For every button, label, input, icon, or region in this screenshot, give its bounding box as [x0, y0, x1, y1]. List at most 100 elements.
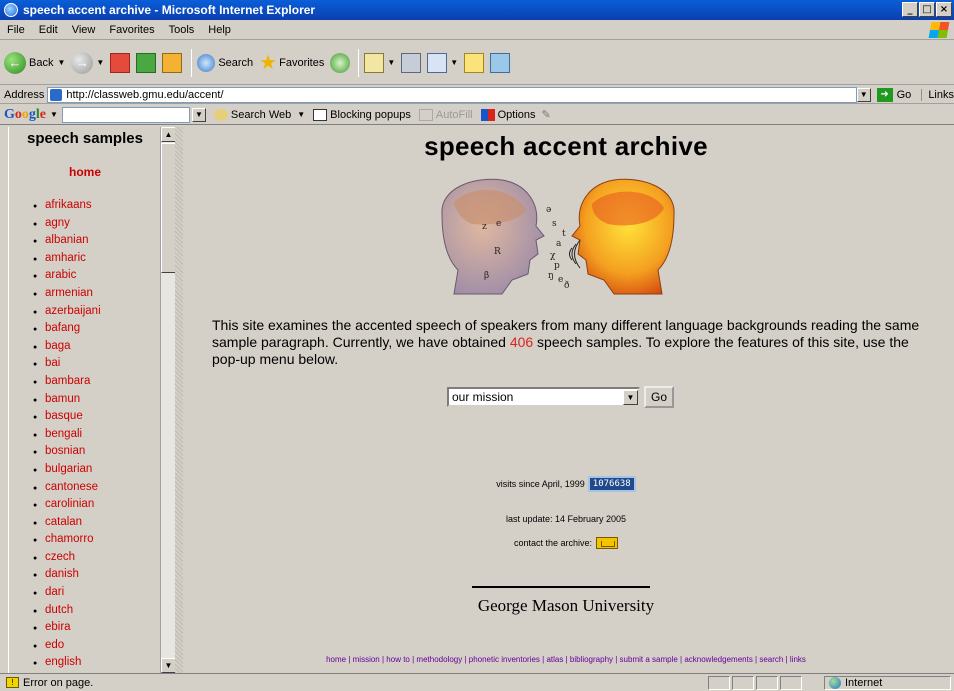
maximize-button[interactable]: □ — [919, 2, 935, 17]
home-icon[interactable] — [162, 52, 183, 73]
mail-dropdown-icon[interactable]: ▼ — [387, 58, 395, 67]
language-link[interactable]: bafang — [33, 322, 161, 340]
sidebar-scrollbar[interactable]: ▲ ▼ — [160, 127, 175, 673]
go-submit-button[interactable]: Go — [644, 386, 675, 408]
footer-link[interactable]: submit a sample — [620, 655, 678, 664]
search-button[interactable]: Search — [197, 53, 253, 72]
sidebar-home-link[interactable]: home — [9, 165, 161, 179]
contact-label: contact the archive: — [513, 538, 593, 548]
edit-icon[interactable] — [427, 52, 448, 73]
select-dropdown-icon[interactable]: ▼ — [623, 389, 638, 405]
back-button[interactable]: ← Back ▼ — [4, 51, 65, 74]
footer-link[interactable]: atlas — [546, 655, 563, 664]
language-link[interactable]: bamun — [33, 393, 161, 411]
footer-link[interactable]: how to — [386, 655, 410, 664]
search-web-button[interactable]: Search Web ▼ — [213, 108, 305, 121]
language-link[interactable]: chamorro — [33, 533, 161, 551]
links-button[interactable]: Links — [921, 88, 954, 101]
scroll-up-icon[interactable]: ▲ — [161, 127, 175, 142]
language-link[interactable]: amharic — [33, 252, 161, 270]
page-icon — [50, 88, 63, 101]
google-search-input[interactable] — [61, 106, 190, 123]
menu-edit[interactable]: Edit — [32, 24, 65, 36]
language-link[interactable]: cantonese — [33, 481, 161, 499]
favorites-button[interactable]: ★ Favorites — [259, 50, 324, 75]
language-link[interactable]: dari — [33, 586, 161, 604]
language-link[interactable]: basque — [33, 410, 161, 428]
svg-text:s: s — [552, 219, 557, 229]
menu-tools[interactable]: Tools — [162, 24, 202, 36]
footer-link[interactable]: methodology — [416, 655, 462, 664]
mail-icon[interactable] — [364, 52, 385, 73]
close-button[interactable]: × — [936, 2, 952, 17]
language-link[interactable]: english — [33, 656, 161, 673]
language-link[interactable]: bambara — [33, 375, 161, 393]
print-icon[interactable] — [401, 52, 422, 73]
language-link[interactable]: albanian — [33, 234, 161, 252]
warning-icon[interactable]: ! — [6, 677, 19, 688]
scroll-thumb[interactable] — [161, 143, 175, 273]
windows-logo-icon — [928, 22, 950, 38]
messenger-icon[interactable] — [490, 52, 511, 73]
language-link[interactable]: danish — [33, 568, 161, 586]
menu-view[interactable]: View — [65, 24, 103, 36]
menu-help[interactable]: Help — [201, 24, 238, 36]
address-input[interactable]: http://classweb.gmu.edu/accent/ — [47, 86, 857, 103]
footer-link[interactable]: bibliography — [570, 655, 613, 664]
footer-link[interactable]: search — [759, 655, 783, 664]
language-link[interactable]: azerbaijani — [33, 305, 161, 323]
language-link[interactable]: bosnian — [33, 445, 161, 463]
options-button[interactable]: Options ✎ — [480, 108, 551, 121]
svg-text:t: t — [562, 229, 566, 239]
stop-icon[interactable] — [110, 52, 131, 73]
footer-link[interactable]: mission — [353, 655, 380, 664]
minimize-button[interactable]: _ — [902, 2, 918, 17]
language-link[interactable]: czech — [33, 551, 161, 569]
discuss-icon[interactable] — [464, 52, 485, 73]
language-link[interactable]: bengali — [33, 428, 161, 446]
blocking-popups-button[interactable]: Blocking popups — [313, 108, 411, 121]
language-link[interactable]: armenian — [33, 287, 161, 305]
language-link[interactable]: edo — [33, 639, 161, 657]
edit-dropdown-icon[interactable]: ▼ — [450, 58, 458, 67]
footer-link[interactable]: acknowledgements — [684, 655, 752, 664]
language-link[interactable]: bai — [33, 357, 161, 375]
scroll-down-icon[interactable]: ▼ — [161, 658, 175, 673]
back-dropdown-icon[interactable]: ▼ — [57, 58, 65, 67]
footer-link[interactable]: home — [326, 655, 346, 664]
language-link[interactable]: afrikaans — [33, 199, 161, 217]
language-link[interactable]: agny — [33, 217, 161, 235]
browser-window: speech accent archive - Microsoft Intern… — [0, 0, 954, 691]
language-link[interactable]: catalan — [33, 516, 161, 534]
footer-link[interactable]: phonetic inventories — [469, 655, 540, 664]
page-select[interactable]: our mission ▼ — [447, 387, 640, 407]
autofill-button[interactable]: AutoFill — [418, 108, 473, 121]
refresh-icon[interactable] — [136, 52, 157, 73]
footer-link[interactable]: links — [790, 655, 806, 664]
sample-count[interactable]: 406 — [510, 334, 533, 350]
language-link[interactable]: ebira — [33, 621, 161, 639]
title-bar[interactable]: speech accent archive - Microsoft Intern… — [0, 0, 954, 20]
menu-file[interactable]: File — [0, 24, 32, 36]
language-link[interactable]: bulgarian — [33, 463, 161, 481]
language-link[interactable]: dutch — [33, 604, 161, 622]
pencil-icon[interactable]: ✎ — [542, 108, 551, 121]
go-button[interactable]: ➜ Go — [876, 87, 911, 102]
google-logo[interactable]: Google — [4, 107, 46, 123]
search-web-dropdown-icon[interactable]: ▼ — [297, 110, 305, 119]
language-link[interactable]: baga — [33, 340, 161, 358]
forward-dropdown-icon[interactable]: ▼ — [96, 58, 104, 67]
google-menu-dropdown-icon[interactable]: ▼ — [50, 110, 58, 119]
university-logo[interactable]: George Mason University — [183, 596, 949, 616]
security-zone[interactable]: Internet — [824, 676, 951, 690]
history-icon[interactable] — [330, 52, 351, 73]
language-link[interactable]: carolinian — [33, 498, 161, 516]
menu-favorites[interactable]: Favorites — [102, 24, 161, 36]
language-link[interactable]: arabic — [33, 269, 161, 287]
forward-button[interactable]: → ▼ — [71, 51, 104, 74]
address-dropdown-icon[interactable]: ▼ — [856, 87, 871, 102]
mail-icon[interactable] — [596, 537, 619, 549]
frame-splitter[interactable] — [175, 127, 183, 673]
binoculars-icon — [213, 108, 228, 121]
google-search-dropdown-icon[interactable]: ▼ — [191, 107, 206, 122]
